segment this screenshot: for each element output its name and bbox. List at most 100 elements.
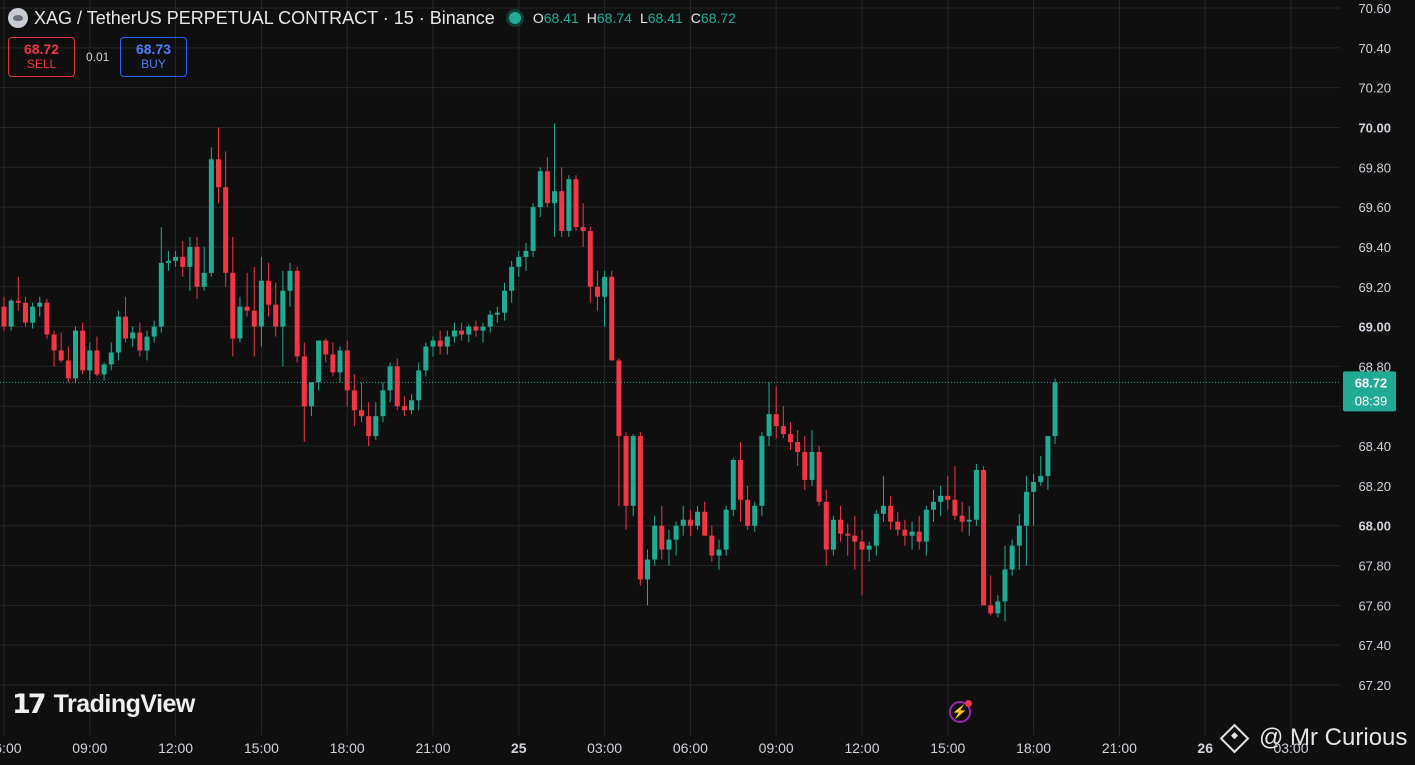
candle-body (544, 171, 550, 204)
candle (945, 475, 951, 510)
candle-body (394, 366, 400, 407)
price-axis[interactable]: 70.60 70.40 70.20 70.00 69.80 69.60 69.40 69.20… (1358, 1, 1391, 693)
candle (823, 489, 829, 566)
sell-button[interactable]: 68.72 SELL (8, 37, 75, 77)
candle (752, 501, 758, 532)
candle (895, 511, 901, 536)
candle-body (773, 414, 779, 427)
candle-body (108, 352, 114, 365)
candle-body (752, 505, 758, 526)
candle-body (273, 304, 279, 327)
candle-body (602, 276, 608, 297)
candle-body (766, 414, 772, 437)
candle (552, 123, 558, 237)
candle-body (795, 442, 801, 453)
candle-body (788, 434, 793, 443)
time-tick-label: 18:00 (330, 740, 365, 756)
candle (330, 342, 336, 377)
candle-body (73, 330, 78, 379)
candle (780, 406, 786, 439)
candle (652, 515, 658, 566)
candle-body (852, 535, 858, 542)
candle-body (266, 280, 272, 305)
buy-price: 68.73 (135, 41, 172, 57)
candle (123, 296, 129, 343)
tradingview-logo-icon: 17 (12, 689, 47, 720)
candle (451, 322, 457, 343)
candle-body (630, 436, 636, 506)
candle (1038, 456, 1044, 486)
candle (137, 322, 143, 357)
candle (845, 523, 851, 556)
candle-body (373, 416, 379, 437)
candle (952, 465, 958, 520)
candle (959, 501, 965, 532)
candle-body (845, 533, 851, 536)
candle-body (387, 366, 393, 391)
candle-body (566, 179, 572, 232)
candle (938, 485, 944, 516)
candle (487, 310, 493, 333)
price-tick-label: 68.20 (1358, 479, 1391, 494)
candle-body (409, 400, 415, 411)
candle (401, 396, 407, 417)
candle-body (444, 336, 450, 347)
lightning-icon[interactable]: ⚡ (949, 700, 972, 723)
candle (15, 276, 21, 311)
candle-body (902, 529, 908, 536)
candle (666, 529, 672, 566)
candle (37, 296, 43, 317)
candle (380, 382, 386, 423)
candle (702, 501, 708, 536)
candle-body (530, 207, 536, 251)
market-status-icon[interactable] (508, 12, 521, 24)
tradingview-logo[interactable]: 17 TradingView (12, 689, 195, 720)
price-tick-label: 70.20 (1358, 81, 1391, 96)
candle-body (594, 286, 600, 297)
price-tick-label: 68.40 (1358, 439, 1391, 454)
candle-body (1009, 545, 1015, 570)
candle-body (952, 499, 958, 516)
candle (251, 266, 257, 357)
candle (609, 270, 615, 361)
candle-body (830, 519, 836, 550)
candle (87, 342, 93, 381)
price-tick-label: 69.80 (1358, 160, 1391, 175)
candle-body (587, 231, 593, 287)
candle-body (709, 535, 715, 556)
symbol-title[interactable]: XAG / TetherUS PERPETUAL CONTRACT · 15 ·… (34, 8, 495, 29)
candle (1031, 473, 1037, 526)
candle (101, 362, 107, 381)
candle (1002, 545, 1008, 622)
candle-body (351, 390, 357, 411)
candle-body (838, 519, 844, 534)
candle-body (923, 509, 929, 542)
candle-body (416, 370, 422, 401)
candle (544, 157, 550, 208)
buy-button[interactable]: 68.73 BUY (120, 37, 187, 77)
candle-body (559, 191, 565, 232)
candle-body (673, 525, 679, 540)
candle-body (44, 302, 50, 335)
candle (759, 432, 765, 516)
candlestick-chart[interactable]: 70.60 70.40 70.20 70.00 69.80 69.60 69.40 69.20… (0, 0, 1415, 765)
candle-body (201, 272, 207, 287)
candle (437, 330, 443, 355)
watermark-text: @ Mr Curious (1259, 724, 1408, 751)
candle-body (287, 270, 293, 291)
price-tick-label: 67.40 (1358, 638, 1391, 653)
candle-body (880, 505, 886, 514)
candle-body (687, 519, 693, 526)
candle-body (337, 350, 343, 373)
candle-body (723, 509, 729, 550)
price-tick-label: 70.00 (1358, 120, 1391, 135)
candle (830, 515, 836, 556)
candle-body (1016, 525, 1022, 546)
candle-body (966, 519, 972, 522)
candle (573, 175, 579, 232)
candle-body (873, 513, 879, 546)
candle-body (609, 276, 615, 361)
candle (966, 505, 972, 536)
time-axis[interactable]: 06:00 09:00 12:00 15:00 18:00 21:00 25 03:00 06:… (0, 740, 1309, 756)
candle-body (251, 310, 257, 327)
